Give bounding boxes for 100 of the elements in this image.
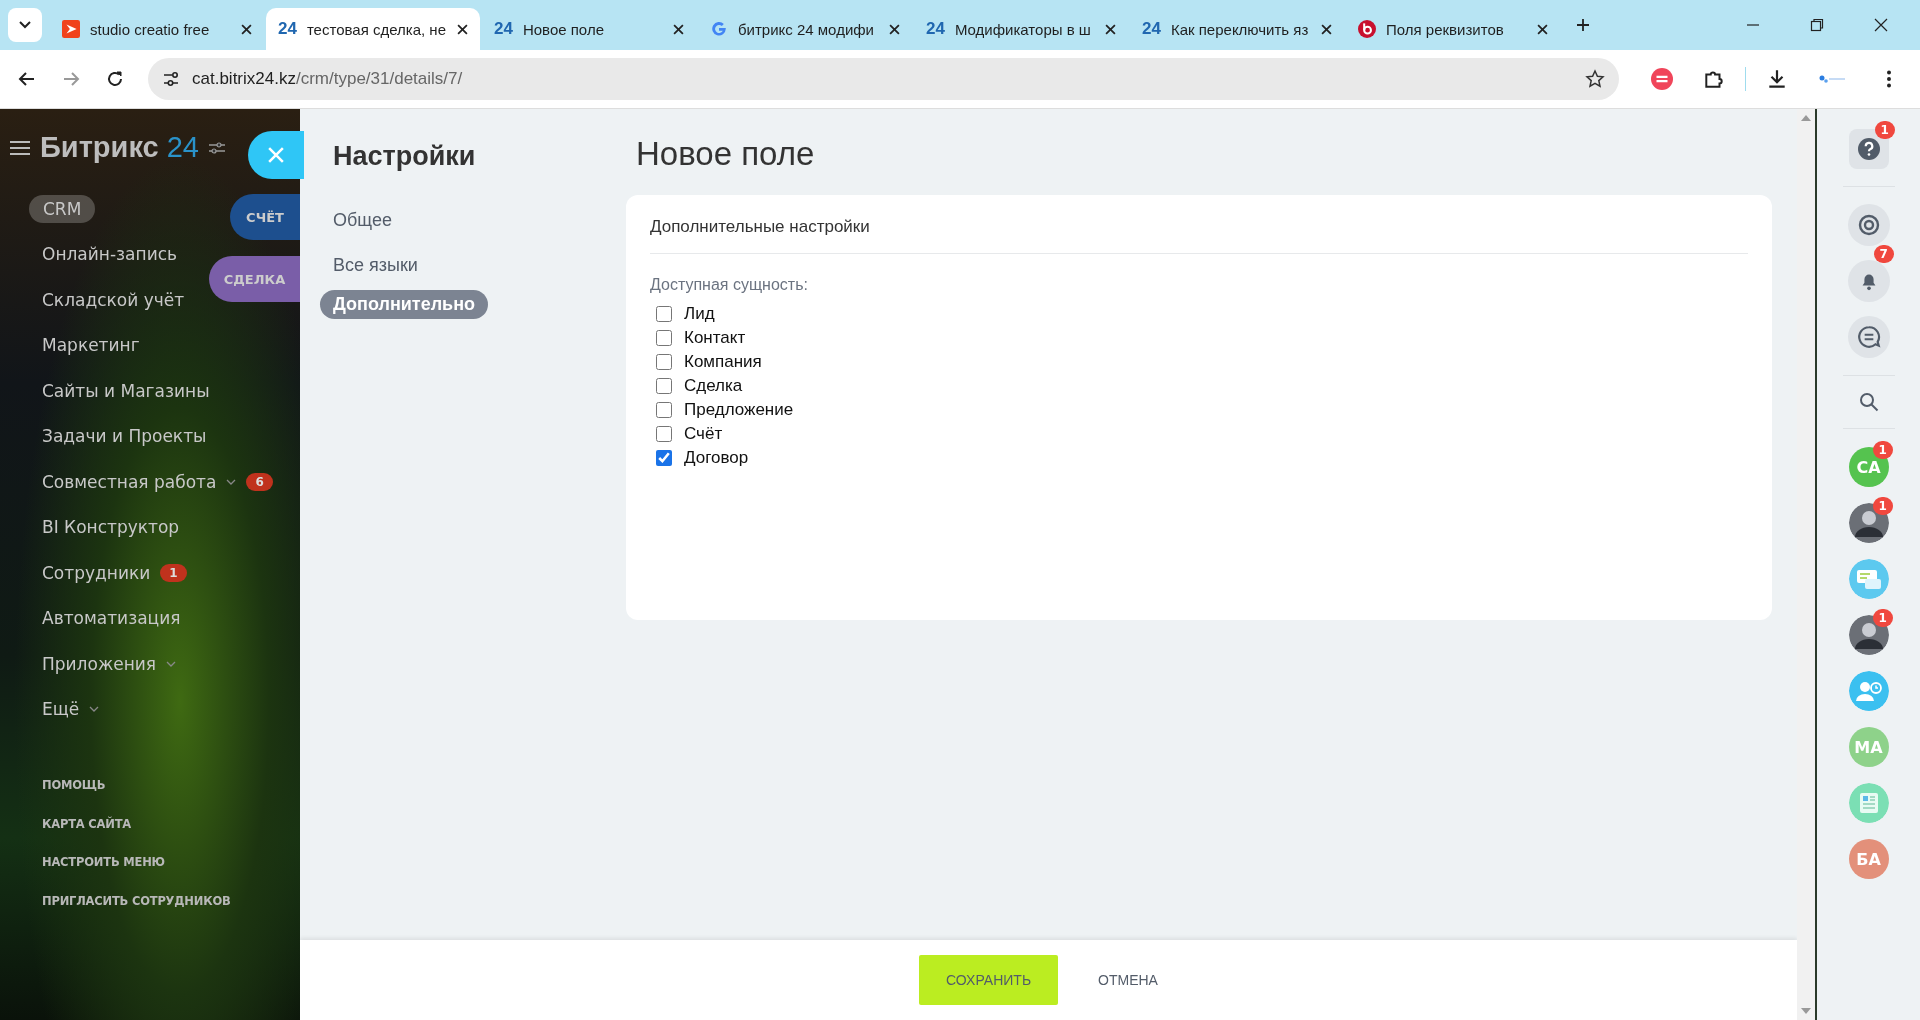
cancel-button[interactable]: ОТМЕНА [1078,962,1178,998]
checkbox-label[interactable]: Сделка [684,376,743,396]
close-window-icon[interactable] [1874,18,1888,32]
tab-title: Новое поле [522,20,605,38]
tab-title: тестовая сделка, не [306,20,447,38]
checkbox[interactable] [656,426,672,442]
close-icon[interactable] [889,23,900,35]
chevron-down-icon[interactable] [226,478,237,485]
url-text: cat.bitrix24.kz/crm/type/31/details/7/ [192,69,464,89]
bitrix-logo[interactable]: Битрикс 24 [40,131,199,164]
forward-icon[interactable] [62,70,80,88]
tab-title: Модификаторы в ш [954,20,1092,38]
menu-item[interactable]: Совместная работа [42,471,217,492]
settings-sliders-icon[interactable] [209,141,225,154]
menu-item[interactable]: Сотрудники [42,562,151,583]
browser-tab[interactable]: 24 Модификаторы в ш [914,8,1128,50]
profile-icon[interactable] [1818,74,1848,84]
notifications-button[interactable] [1847,260,1890,302]
browser-tab[interactable]: 24 тестовая сделка, не [266,8,480,50]
counter-badge: 1 [1872,609,1893,627]
browser-tab[interactable]: битрикс 24 модифи [698,8,912,50]
tab-search-button[interactable] [8,8,42,42]
field-label: Доступная сущность: [650,276,808,294]
chevron-down-icon[interactable] [89,706,100,713]
tab-favicon-icon [1358,20,1376,38]
back-icon[interactable] [18,70,36,88]
menu-link[interactable]: ПРИГЛАСИТЬ СОТРУДНИКОВ [0,893,300,932]
slider-label[interactable]: СЧЁТ [230,194,300,240]
restore-icon[interactable] [1810,18,1824,32]
checkbox-label[interactable]: Предложение [684,400,794,420]
tab-favicon: 24 [1142,19,1161,39]
reload-icon[interactable] [106,70,124,88]
checkbox[interactable] [656,330,672,346]
menu-item[interactable]: Автоматизация [42,608,181,629]
close-icon [268,147,284,163]
avatar-silhouette[interactable] [1848,503,1889,543]
browser-tab[interactable]: studio creatio free [50,8,264,50]
menu-item[interactable]: Ещё [42,699,80,720]
tab-favicon: 24 [494,19,513,39]
menu-item[interactable]: Сайты и Магазины [42,380,210,401]
menu-link[interactable]: КАРТА САЙТА [0,816,300,855]
menu-item[interactable]: Маркетинг [42,335,140,356]
chats-button[interactable] [1847,316,1890,358]
download-icon[interactable] [1766,68,1788,90]
close-icon[interactable] [673,23,684,35]
tab-title: studio creatio free [90,20,211,38]
browser-tab[interactable]: 24 Как переключить яз [1130,8,1344,50]
address-bar[interactable]: cat.bitrix24.kz/crm/type/31/details/7/ [148,58,1619,100]
close-icon[interactable] [1321,23,1332,35]
menu-item[interactable]: Складской учёт [42,289,185,310]
checkbox[interactable] [656,354,672,370]
close-icon[interactable] [457,23,468,35]
puzzle-icon[interactable] [1703,68,1725,90]
browser-tab[interactable]: Поля реквизитов [1346,8,1560,50]
counter-badge: 1 [160,563,187,582]
menu-item[interactable]: Онлайн-запись [42,244,178,265]
close-icon[interactable] [1105,23,1116,35]
settings-nav-item[interactable]: Общее [320,206,405,235]
menu-item[interactable]: Задачи и Проекты [42,426,207,447]
menu-item[interactable]: BI Конструктор [42,517,180,538]
counter-badge: 6 [246,472,273,491]
close-icon[interactable] [1537,23,1548,35]
copilot-button[interactable] [1847,204,1890,246]
close-icon[interactable] [241,23,252,35]
tab-title: Как переключить яз [1170,20,1310,38]
menu-icon[interactable] [10,139,30,156]
menu-item[interactable]: CRM [29,194,96,223]
settings-title: Настройки [333,141,476,172]
checkbox[interactable] [656,306,672,322]
checkbox-label[interactable]: Контакт [684,328,746,348]
google-g-icon [710,20,728,38]
checkbox[interactable] [656,450,672,466]
extension-icon[interactable] [1651,68,1673,90]
new-tab-icon[interactable] [1576,18,1590,32]
tab-favicon-icon [62,20,80,38]
menu-link[interactable]: НАСТРОИТЬ МЕНЮ [0,855,300,894]
checkbox-label[interactable]: Договор [684,448,749,468]
tab-favicon: 24 [278,19,297,39]
tab-title: Поля реквизитов [1386,20,1505,38]
bookmark-star-icon[interactable] [1585,69,1605,89]
help-icon [1857,138,1880,160]
tab-favicon: 24 [926,19,945,39]
counter-badge: 1 [1872,497,1893,515]
menu-link[interactable]: ПОМОЩЬ [0,778,300,817]
checkbox[interactable] [656,402,672,418]
checkbox-label[interactable]: Лид [684,304,715,324]
chat-bubble-icon [1855,324,1882,350]
avatar-silhouette[interactable] [1848,615,1889,655]
search-icon[interactable] [1858,392,1879,412]
checkbox-label[interactable]: Счёт [684,424,723,444]
menu-item[interactable]: Приложения [42,653,157,674]
save-button[interactable]: СОХРАНИТЬ [919,955,1059,1005]
checkbox-label[interactable]: Компания [684,352,762,372]
settings-nav-item[interactable]: Дополнительно [320,290,489,319]
checkbox[interactable] [656,378,672,394]
close-button[interactable] [248,131,304,179]
settings-nav-item[interactable]: Все языки [320,251,431,280]
browser-tab[interactable]: 24 Новое поле [482,8,696,50]
site-settings-icon[interactable] [162,70,180,88]
page-title: Новое поле [636,135,816,173]
